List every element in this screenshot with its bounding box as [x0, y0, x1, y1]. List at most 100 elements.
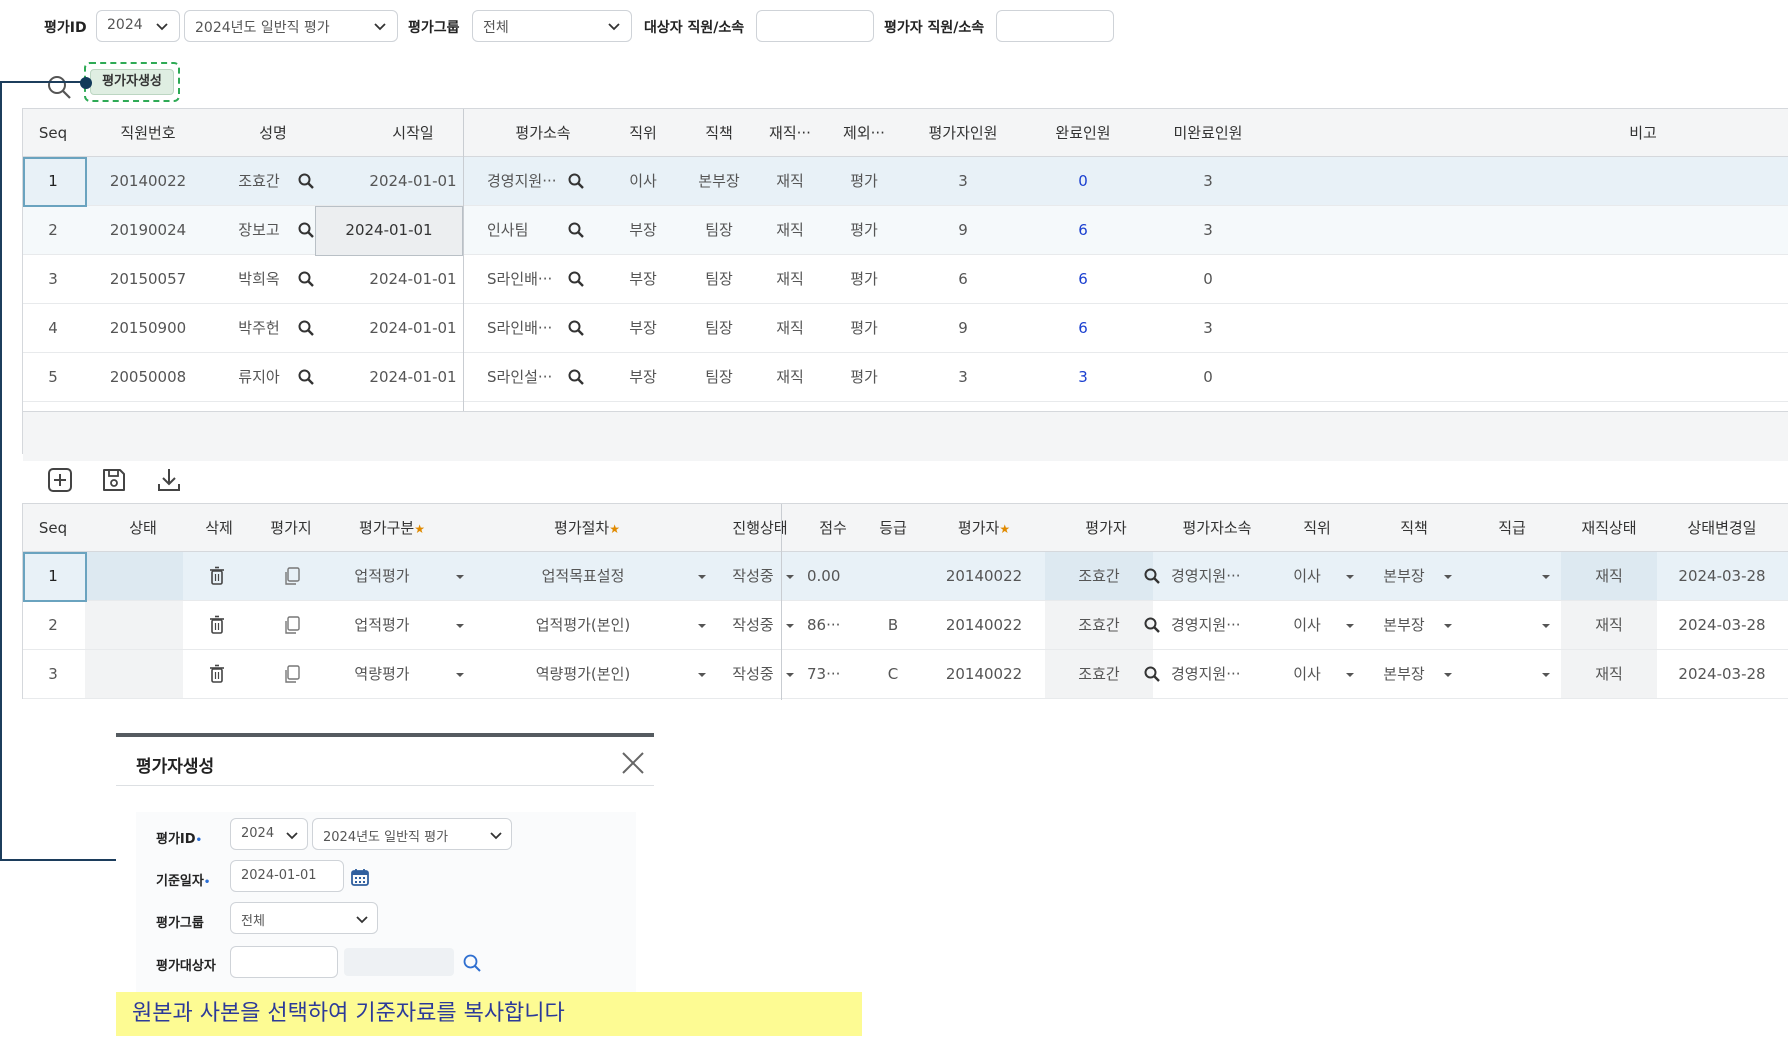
- col-grade[interactable]: 등급: [863, 504, 923, 552]
- search-icon[interactable]: [297, 172, 315, 190]
- caret-down-icon[interactable]: [785, 574, 795, 580]
- copy-icon[interactable]: [283, 566, 301, 586]
- filter-target-input[interactable]: [756, 10, 874, 42]
- col-seq[interactable]: Seq: [23, 504, 83, 552]
- caret-down-icon[interactable]: [1443, 574, 1453, 580]
- col-evaluators[interactable]: 평가자인원: [903, 109, 1023, 157]
- search-icon[interactable]: [567, 319, 585, 337]
- col-duty[interactable]: 직책: [1365, 504, 1463, 552]
- caret-down-icon[interactable]: [1541, 672, 1551, 678]
- modal-year-select[interactable]: 2024: [230, 818, 308, 850]
- table-row[interactable]: 4 20150900 박주헌 2024-01-01 S라인배··· 부장 팀장 …: [23, 304, 1788, 353]
- col-dept[interactable]: 평가소속: [493, 109, 593, 157]
- table-row[interactable]: 2 20190024 장보고 2024-01-01 인사팀 부장 팀장 재직 평…: [23, 206, 1788, 256]
- col-score[interactable]: 점수: [803, 504, 863, 552]
- cell-procedure[interactable]: 역량평가(본인): [473, 650, 693, 698]
- col-state[interactable]: 상태: [101, 504, 185, 552]
- table-row[interactable]: 2 업적평가 업적평가(본인) 작성중 86··· B 20140022 조효간…: [23, 601, 1788, 650]
- copy-icon[interactable]: [283, 615, 301, 635]
- caret-down-icon[interactable]: [1345, 623, 1355, 629]
- filter-year-select[interactable]: 2024: [96, 10, 180, 42]
- cell-done[interactable]: 6: [1033, 304, 1133, 352]
- cell-done[interactable]: 3: [1033, 353, 1133, 401]
- cell-rank[interactable]: [1463, 601, 1541, 649]
- modal-eval-name-select[interactable]: 2024년도 일반직 평가: [312, 818, 512, 850]
- generate-evaluator-button[interactable]: 평가자생성: [90, 69, 174, 95]
- cell-duty[interactable]: 본부장: [1365, 552, 1443, 600]
- caret-down-icon[interactable]: [1541, 574, 1551, 580]
- cell-category[interactable]: 역량평가: [327, 650, 437, 698]
- modal-target-input[interactable]: [230, 946, 338, 978]
- table-row[interactable]: 1 20140022 조효간 2024-01-01 경영지원··· 이사 본부장…: [23, 157, 1788, 206]
- search-icon[interactable]: [297, 221, 315, 239]
- col-procedure[interactable]: 평가절차★: [457, 504, 717, 552]
- search-icon[interactable]: [297, 270, 315, 288]
- caret-down-icon[interactable]: [1443, 623, 1453, 629]
- close-icon[interactable]: [620, 750, 646, 776]
- search-icon[interactable]: [46, 74, 72, 100]
- caret-down-icon[interactable]: [455, 574, 465, 580]
- caret-down-icon[interactable]: [697, 623, 707, 629]
- trash-icon[interactable]: [209, 566, 225, 586]
- filter-eval-name-select[interactable]: 2024년도 일반직 평가: [184, 10, 398, 42]
- col-remark[interactable]: 비고: [1583, 109, 1703, 157]
- caret-down-icon[interactable]: [1345, 672, 1355, 678]
- col-evaluator-dept[interactable]: 평가자소속: [1167, 504, 1267, 552]
- caret-down-icon[interactable]: [785, 672, 795, 678]
- cell-done[interactable]: 0: [1033, 157, 1133, 205]
- col-start[interactable]: 시작일: [343, 109, 483, 157]
- col-evaluator[interactable]: 평가자: [1045, 504, 1167, 552]
- cell-procedure[interactable]: 업적평가(본인): [473, 601, 693, 649]
- search-icon[interactable]: [297, 319, 315, 337]
- caret-down-icon[interactable]: [455, 623, 465, 629]
- cell-rank[interactable]: [1463, 552, 1541, 600]
- cell-position[interactable]: 이사: [1269, 650, 1345, 698]
- search-icon[interactable]: [567, 368, 585, 386]
- col-position[interactable]: 직위: [1269, 504, 1365, 552]
- caret-down-icon[interactable]: [455, 672, 465, 678]
- download-icon[interactable]: [155, 466, 183, 494]
- search-icon[interactable]: [567, 270, 585, 288]
- col-delete[interactable]: 삭제: [183, 504, 255, 552]
- cell-done[interactable]: 6: [1033, 206, 1133, 254]
- table-row[interactable]: 1 업적평가 업적목표설정 작성중 0.00 20140022 조효간 경영지원…: [23, 552, 1788, 601]
- cell-duty[interactable]: 본부장: [1365, 650, 1443, 698]
- table-row[interactable]: 3 20150057 박희옥 2024-01-01 S라인배··· 부장 팀장 …: [23, 255, 1788, 304]
- copy-icon[interactable]: [283, 664, 301, 684]
- modal-group-select[interactable]: 전체: [230, 902, 378, 934]
- col-changed[interactable]: 상태변경일: [1657, 504, 1787, 552]
- col-position[interactable]: 직위: [603, 109, 683, 157]
- trash-icon[interactable]: [209, 664, 225, 684]
- col-evaluator-no[interactable]: 평가자★: [923, 504, 1045, 552]
- search-icon[interactable]: [567, 172, 585, 190]
- col-done[interactable]: 완료인원: [1033, 109, 1133, 157]
- caret-down-icon[interactable]: [1345, 574, 1355, 580]
- col-duty[interactable]: 직책: [679, 109, 759, 157]
- cell-duty[interactable]: 본부장: [1365, 601, 1443, 649]
- caret-down-icon[interactable]: [697, 672, 707, 678]
- cell-category[interactable]: 업적평가: [327, 552, 437, 600]
- col-progress[interactable]: 진행상태: [713, 504, 807, 552]
- save-icon[interactable]: [100, 466, 128, 494]
- cell-category[interactable]: 업적평가: [327, 601, 437, 649]
- col-name[interactable]: 성명: [223, 109, 323, 157]
- filter-group-select[interactable]: 전체: [472, 10, 632, 42]
- col-seq[interactable]: Seq: [23, 109, 83, 157]
- caret-down-icon[interactable]: [1541, 623, 1551, 629]
- col-emp-status[interactable]: 재직상태: [1561, 504, 1657, 552]
- cell-position[interactable]: 이사: [1269, 552, 1345, 600]
- col-eval-sheet[interactable]: 평가지: [255, 504, 327, 552]
- search-icon[interactable]: [567, 221, 585, 239]
- cell-rank[interactable]: [1463, 650, 1541, 698]
- caret-down-icon[interactable]: [1443, 672, 1453, 678]
- cell-procedure[interactable]: 업적목표설정: [473, 552, 693, 600]
- caret-down-icon[interactable]: [697, 574, 707, 580]
- col-exclude[interactable]: 제외···: [827, 109, 901, 157]
- search-icon[interactable]: [462, 953, 482, 973]
- col-emp-no[interactable]: 직원번호: [93, 109, 203, 157]
- caret-down-icon[interactable]: [785, 623, 795, 629]
- search-icon[interactable]: [297, 368, 315, 386]
- col-status[interactable]: 재직···: [753, 109, 827, 157]
- cell-done[interactable]: 6: [1033, 255, 1133, 303]
- cell-position[interactable]: 이사: [1269, 601, 1345, 649]
